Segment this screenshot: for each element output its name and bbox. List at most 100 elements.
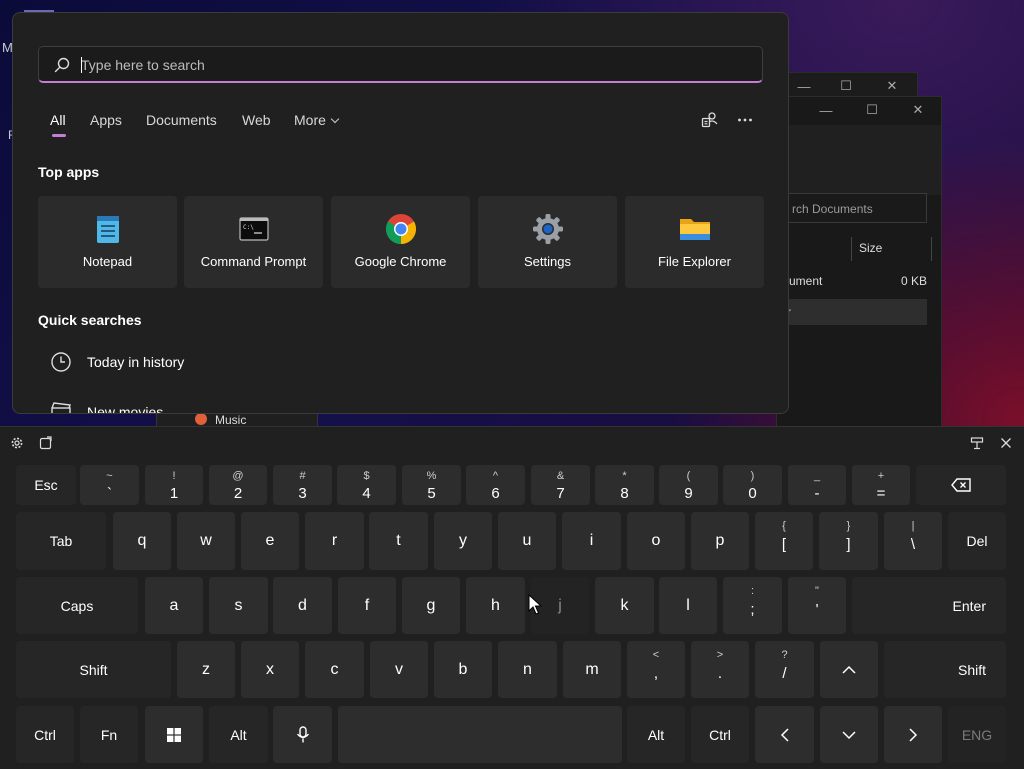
file-row-selected[interactable]: r (777, 299, 927, 325)
account-switch-icon[interactable] (699, 109, 721, 131)
key-right-bracket[interactable]: }] (819, 512, 878, 570)
key-comma[interactable]: <, (627, 641, 685, 698)
key-b[interactable]: b (434, 641, 492, 698)
key-language[interactable]: ENG (948, 706, 1006, 763)
key-q[interactable]: q (113, 512, 171, 570)
dock-keyboard-icon[interactable] (968, 434, 986, 452)
explorer-search-field[interactable]: rch Documents (777, 193, 927, 223)
key-w[interactable]: w (177, 512, 235, 570)
key-9[interactable]: (9 (659, 465, 718, 505)
tab-apps[interactable]: Apps (90, 112, 122, 128)
key-s[interactable]: s (209, 577, 268, 634)
key-delete[interactable]: Del (948, 512, 1006, 570)
tab-web[interactable]: Web (242, 112, 271, 128)
app-tile-command-prompt[interactable]: C:\ Command Prompt (184, 196, 323, 288)
app-tile-google-chrome[interactable]: Google Chrome (331, 196, 470, 288)
key-r[interactable]: r (305, 512, 364, 570)
key-1[interactable]: ! 1 (145, 465, 203, 505)
more-options-icon[interactable] (734, 109, 756, 131)
key-alt[interactable]: Alt (627, 706, 685, 763)
key-o[interactable]: o (627, 512, 685, 570)
key-5[interactable]: % 5 (402, 465, 461, 505)
key-8[interactable]: * 8 (595, 465, 654, 505)
key-a[interactable]: a (145, 577, 203, 634)
key-n[interactable]: n (498, 641, 557, 698)
key-escape[interactable]: Esc (16, 465, 76, 505)
key-l[interactable]: l (659, 577, 717, 634)
key-semicolon[interactable]: :; (723, 577, 782, 634)
app-tile-label: Command Prompt (200, 254, 307, 269)
key-space[interactable] (338, 706, 622, 763)
key-arrow-up[interactable]: ^ (820, 641, 878, 698)
backspace-icon (951, 478, 971, 492)
key-h[interactable]: h (466, 577, 525, 634)
key-d[interactable]: d (273, 577, 332, 634)
voice-typing-key[interactable] (273, 706, 332, 763)
key-backslash[interactable]: | \ (884, 512, 942, 570)
key-e[interactable]: e (241, 512, 299, 570)
key-u[interactable]: u (498, 512, 556, 570)
key-shift[interactable]: Shift (16, 641, 171, 698)
key-6[interactable]: ^ 6 (466, 465, 525, 505)
key-g[interactable]: g (402, 577, 460, 634)
column-divider (851, 237, 852, 261)
key-ctrl[interactable]: Ctrl (16, 706, 74, 763)
windows-key[interactable] (145, 706, 203, 763)
key-minus[interactable]: _ - (788, 465, 846, 505)
key-arrow-down[interactable]: v (370, 641, 428, 698)
minimize-icon[interactable]: — (803, 97, 849, 123)
key-backspace[interactable]: ⌫ (916, 465, 1006, 505)
app-tile-file-explorer[interactable]: File Explorer (625, 196, 764, 288)
search-box[interactable] (38, 46, 763, 83)
key-period[interactable]: >. (691, 641, 749, 698)
tab-more[interactable]: More (294, 112, 340, 128)
key-arrow-left[interactable]: < (755, 706, 814, 763)
key-alt[interactable]: Alt (209, 706, 268, 763)
key-p[interactable]: p (691, 512, 749, 570)
key-k[interactable]: k (595, 577, 654, 634)
key-enter[interactable]: Enter (852, 577, 1006, 634)
close-keyboard-icon[interactable] (997, 434, 1015, 452)
key-3[interactable]: #3 (273, 465, 332, 505)
key-label: 3 (298, 485, 307, 502)
key-y[interactable]: y (434, 512, 492, 570)
key-backtick[interactable]: ~ ` (80, 465, 139, 505)
key-i[interactable]: i (562, 512, 621, 570)
key-caps-lock[interactable]: Caps (16, 577, 138, 634)
key-t[interactable]: t (369, 512, 428, 570)
key-0[interactable]: ) 0 (723, 465, 782, 505)
column-header-size[interactable]: Size (859, 241, 882, 255)
key-x[interactable]: x (241, 641, 299, 698)
key-z[interactable]: z (177, 641, 235, 698)
tab-documents[interactable]: Documents (146, 112, 217, 128)
key-m[interactable]: m (563, 641, 621, 698)
key-arrow-right[interactable]: > (884, 706, 942, 763)
key-f[interactable]: f (338, 577, 396, 634)
quick-search-today-in-history[interactable]: Today in history (50, 351, 450, 375)
key-tab[interactable]: Tab (16, 512, 106, 570)
tab-all[interactable]: All (50, 112, 66, 128)
key-shift[interactable]: Shift (884, 641, 1006, 698)
search-input[interactable] (81, 53, 741, 77)
key-2[interactable]: @2 (209, 465, 267, 505)
key-7[interactable]: & 7 (531, 465, 590, 505)
quick-search-new-movies[interactable]: New movies (50, 401, 450, 413)
close-icon[interactable]: ✕ (895, 97, 941, 123)
maximize-icon[interactable]: ☐ (849, 97, 895, 123)
chrome-icon (385, 214, 416, 244)
arrow-down-icon (842, 730, 856, 739)
key-left-bracket[interactable]: {[ (755, 512, 813, 570)
emoji-panel-icon[interactable] (37, 434, 55, 452)
key-4[interactable]: $4 (337, 465, 396, 505)
key-arrow-down[interactable]: v (820, 706, 878, 763)
key-label: u (522, 532, 532, 549)
key-slash[interactable]: ? / (755, 641, 814, 698)
key-c[interactable]: c (305, 641, 364, 698)
keyboard-settings-icon[interactable] (8, 434, 26, 452)
app-tile-notepad[interactable]: Notepad (38, 196, 177, 288)
key-quote[interactable]: " ' (788, 577, 846, 634)
key-ctrl[interactable]: Ctrl (691, 706, 749, 763)
key-equals[interactable]: + = (852, 465, 910, 505)
key-fn[interactable]: Fn (80, 706, 138, 763)
app-tile-settings[interactable]: Settings (478, 196, 617, 288)
